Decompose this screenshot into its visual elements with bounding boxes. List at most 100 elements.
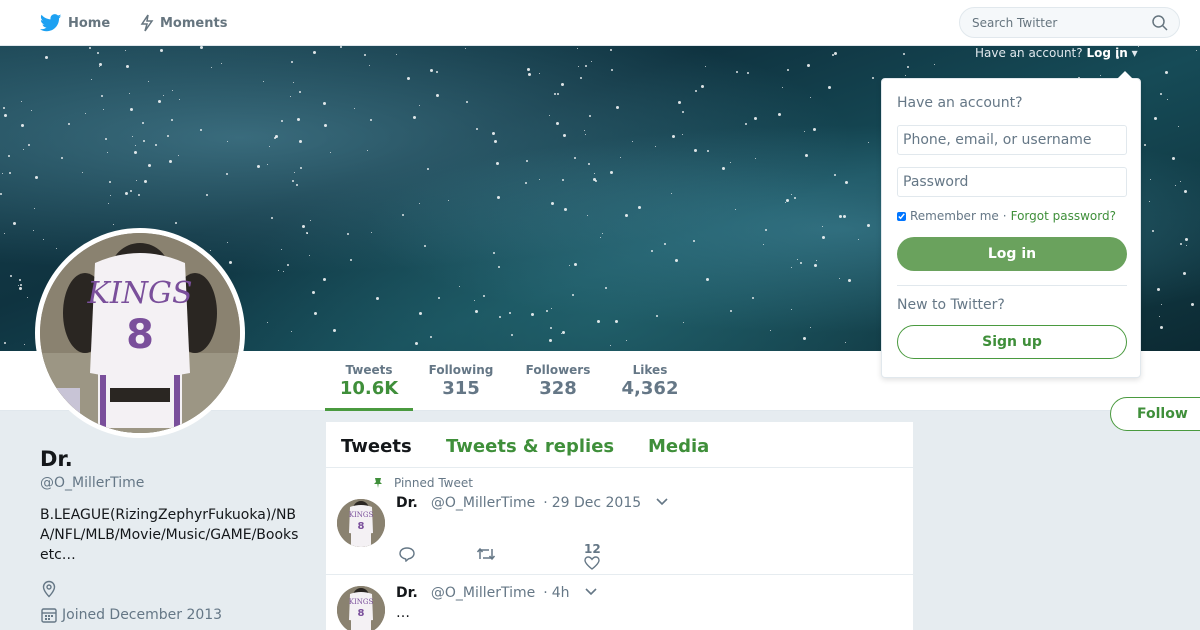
- water-sparkle: [556, 122, 559, 125]
- tweet-author-name[interactable]: Dr.: [396, 495, 418, 511]
- water-sparkle: [1100, 75, 1101, 76]
- water-sparkle: [427, 168, 429, 170]
- tweet-item[interactable]: KINGS 8 Dr. @O_MillerTime · 4h …: [326, 575, 913, 630]
- reply-button[interactable]: [398, 546, 416, 562]
- joined-text: Joined December 2013: [62, 607, 223, 623]
- water-sparkle: [822, 236, 825, 239]
- search-input[interactable]: [972, 8, 1142, 37]
- tweet-item[interactable]: Pinned Tweet KINGS 8 Dr. @O_MillerTime · …: [326, 468, 913, 575]
- water-sparkle: [132, 136, 133, 137]
- tweet-avatar[interactable]: KINGS 8: [337, 586, 385, 630]
- svg-text:8: 8: [126, 312, 154, 358]
- water-sparkle: [903, 53, 905, 55]
- remember-label[interactable]: Remember me: [910, 209, 999, 223]
- water-sparkle: [144, 180, 147, 183]
- water-sparkle: [595, 180, 597, 182]
- username-input[interactable]: [897, 125, 1127, 155]
- water-sparkle: [610, 171, 613, 174]
- water-sparkle: [109, 181, 111, 183]
- stat-label: Followers: [525, 363, 591, 377]
- tab-tweets-replies[interactable]: Tweets & replies: [446, 436, 614, 457]
- profile-avatar[interactable]: KINGS 8: [35, 228, 245, 438]
- like-button[interactable]: 12: [584, 542, 601, 570]
- water-sparkle: [413, 116, 416, 119]
- water-sparkle: [551, 202, 554, 205]
- water-sparkle: [828, 86, 831, 89]
- avatar-image: KINGS 8: [337, 499, 385, 547]
- water-sparkle: [1161, 304, 1162, 305]
- water-sparkle: [274, 137, 276, 139]
- follow-button[interactable]: Follow: [1110, 397, 1200, 431]
- stat-tweets[interactable]: Tweets 10.6K: [325, 351, 413, 411]
- water-sparkle: [27, 297, 28, 298]
- water-sparkle: [459, 286, 460, 287]
- water-sparkle: [1154, 117, 1157, 120]
- forgot-password-link[interactable]: Forgot password?: [1011, 209, 1116, 223]
- water-sparkle: [791, 267, 792, 268]
- tweet-avatar[interactable]: KINGS 8: [337, 499, 385, 547]
- water-sparkle: [907, 66, 909, 68]
- nav-moments[interactable]: Moments: [140, 0, 227, 46]
- tweet-timestamp[interactable]: 4h: [552, 585, 570, 601]
- tweet-author-handle[interactable]: @O_MillerTime: [431, 495, 535, 511]
- water-sparkle: [257, 165, 260, 168]
- tab-tweets[interactable]: Tweets: [341, 436, 412, 457]
- water-sparkle: [527, 68, 530, 71]
- water-sparkle: [85, 113, 86, 114]
- water-sparkle: [107, 152, 108, 153]
- nav-home[interactable]: Home: [40, 0, 110, 46]
- water-sparkle: [28, 144, 30, 146]
- profile-name[interactable]: Dr.󠁿󠁿󠁿: [40, 447, 73, 471]
- water-sparkle: [424, 245, 426, 247]
- water-sparkle: [126, 65, 129, 68]
- water-sparkle: [585, 65, 587, 67]
- remember-checkbox[interactable]: [897, 211, 906, 221]
- chevron-down-icon[interactable]: [655, 497, 669, 507]
- stat-likes[interactable]: Likes 4,362: [610, 351, 690, 411]
- signup-button[interactable]: Sign up: [897, 325, 1127, 359]
- water-sparkle: [747, 72, 749, 74]
- search-icon[interactable]: [1152, 15, 1168, 31]
- water-sparkle: [415, 342, 418, 345]
- like-count: 12: [584, 542, 601, 556]
- water-sparkle: [531, 313, 534, 316]
- water-sparkle: [10, 275, 12, 277]
- login-button[interactable]: Log in: [897, 237, 1127, 271]
- water-sparkle: [805, 154, 808, 157]
- water-sparkle: [20, 284, 22, 286]
- login-hint[interactable]: Have an account? Log in ▾: [975, 46, 1138, 60]
- water-sparkle: [296, 184, 298, 186]
- chevron-down-icon[interactable]: [584, 587, 598, 597]
- water-sparkle: [509, 312, 511, 314]
- tweet-timestamp[interactable]: 29 Dec 2015: [552, 495, 641, 511]
- profile-handle[interactable]: @O_MillerTime: [40, 475, 144, 491]
- water-sparkle: [419, 105, 420, 106]
- water-sparkle: [1144, 144, 1146, 146]
- tweet-author-name[interactable]: Dr.: [396, 585, 418, 601]
- tweet-author-handle[interactable]: @O_MillerTime: [431, 585, 535, 601]
- water-sparkle: [396, 54, 397, 55]
- water-sparkle: [588, 163, 590, 165]
- nav-home-label: Home: [68, 15, 111, 31]
- password-input[interactable]: [897, 167, 1127, 197]
- water-sparkle: [299, 140, 302, 143]
- stat-followers[interactable]: Followers 328: [518, 351, 598, 411]
- water-sparkle: [483, 295, 485, 297]
- stat-following[interactable]: Following 315: [421, 351, 501, 411]
- svg-text:KINGS: KINGS: [349, 511, 374, 519]
- retweet-button[interactable]: [476, 546, 496, 562]
- new-to-twitter-label: New to Twitter?: [897, 297, 1005, 313]
- water-sparkle: [580, 77, 582, 79]
- water-sparkle: [611, 69, 613, 71]
- login-hint-link[interactable]: Log in: [1086, 46, 1127, 60]
- water-sparkle: [526, 160, 528, 162]
- water-sparkle: [615, 320, 618, 323]
- water-sparkle: [113, 224, 114, 225]
- water-sparkle: [1180, 181, 1181, 182]
- water-sparkle: [312, 291, 315, 294]
- lightning-icon: [140, 14, 154, 32]
- water-sparkle: [574, 263, 577, 266]
- water-sparkle: [671, 193, 672, 194]
- water-sparkle: [82, 172, 83, 173]
- tab-media[interactable]: Media: [648, 436, 709, 457]
